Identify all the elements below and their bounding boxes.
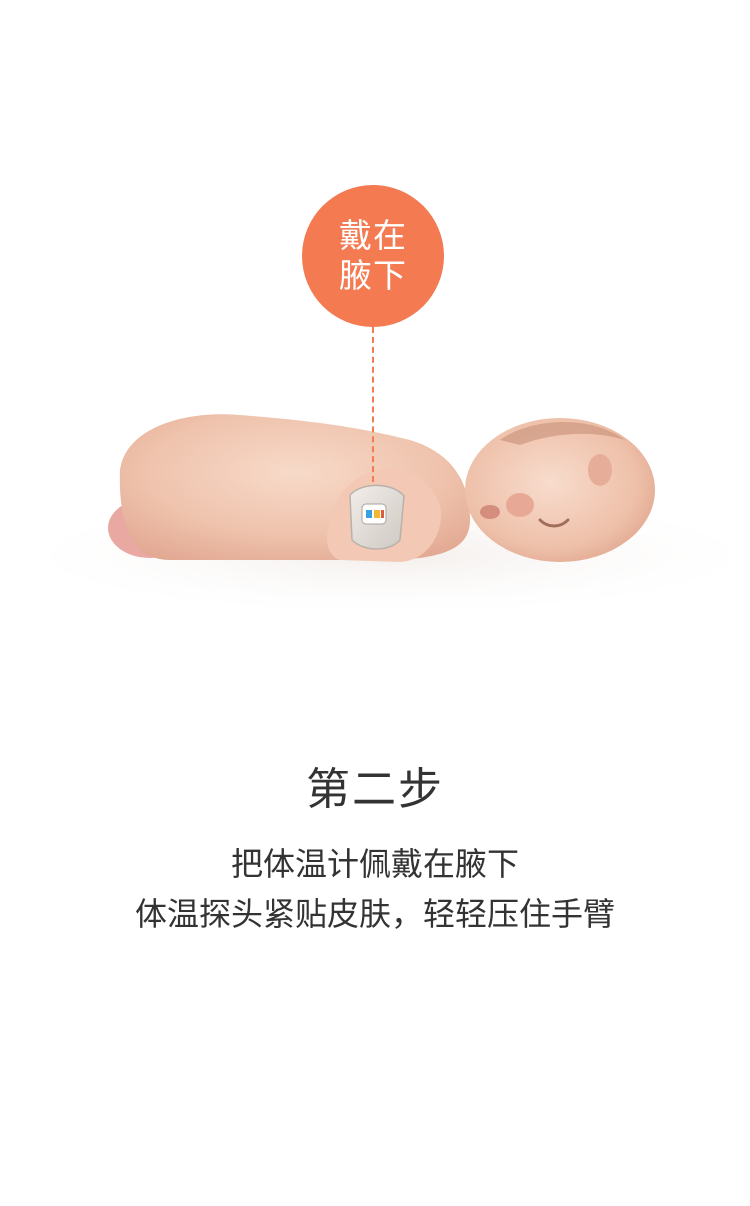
callout-dashed-line	[372, 327, 374, 482]
baby-illustration: 戴在腋下	[0, 0, 750, 640]
step-title: 第二步	[306, 764, 444, 815]
step-description-line-2: 体温探头紧贴皮肤，轻轻压住手臂	[134, 895, 615, 933]
step-description-line-1: 把体温计佩戴在腋下	[230, 845, 519, 883]
callout-bubble: 戴在腋下	[302, 185, 444, 327]
callout-text: 戴在腋下	[339, 216, 407, 295]
